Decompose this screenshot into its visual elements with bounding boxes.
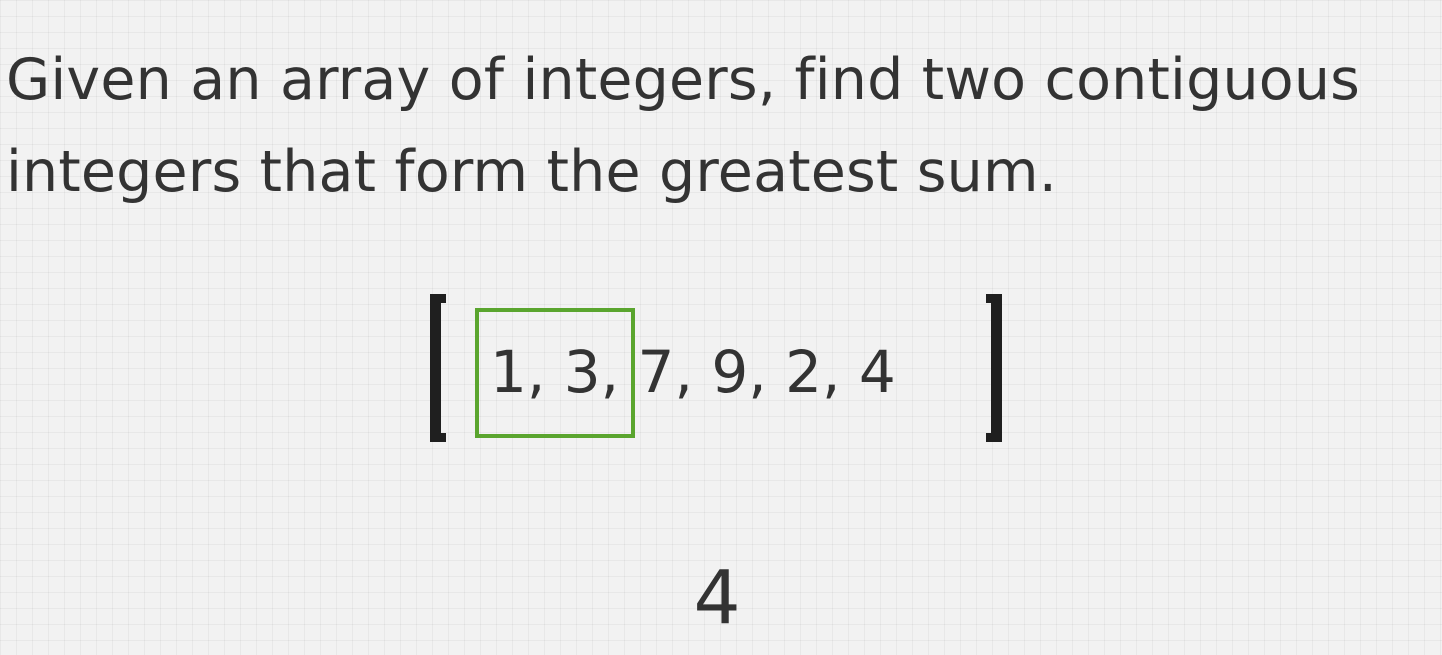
problem-statement-line-2: integers that form the greatest sum. (6, 139, 1058, 205)
right-bracket (986, 294, 1002, 442)
problem-statement: Given an array of integers, find two con… (6, 34, 1436, 218)
problem-statement-line-1: Given an array of integers, find two con… (6, 47, 1361, 113)
left-bracket (430, 294, 446, 442)
array-values: 1, 3, 7, 9, 2, 4 (490, 338, 896, 406)
array-display: 1, 3, 7, 9, 2, 4 (426, 290, 1006, 456)
current-sum: 4 (693, 555, 741, 641)
